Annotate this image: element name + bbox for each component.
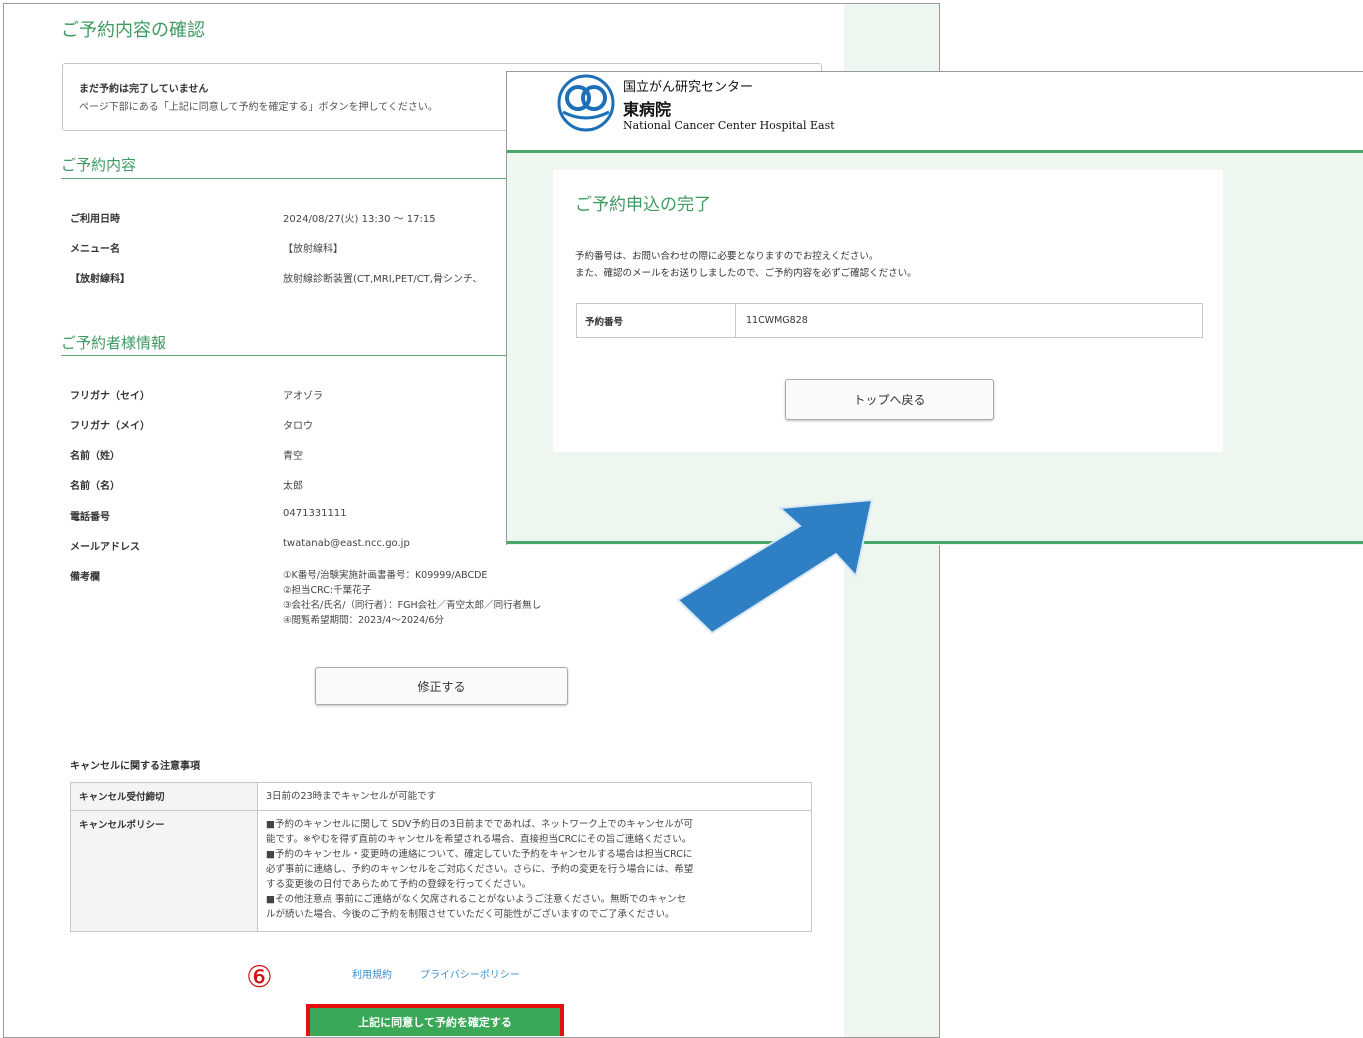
row-value: 【放射線科】 — [283, 244, 343, 255]
cancel-deadline-value: 3日前の23時までキャンセルが可能です — [257, 782, 812, 811]
info-line-2: また、確認のメールをお送りしましたので、ご予約内容を必ずご確認ください。 — [575, 268, 917, 279]
ncc-logo-icon — [557, 74, 615, 132]
notice-text: ページ下部にある「上記に同意して予約を確定する」ボタンを押してください。 — [79, 102, 438, 113]
completion-card: ご予約申込の完了 予約番号は、お問い合わせの際に必要となりますのでお控えください… — [553, 170, 1223, 452]
row-value: タロウ — [283, 421, 313, 432]
header-divider — [507, 150, 1363, 153]
cancel-policy-label: キャンセルポリシー — [70, 810, 258, 932]
arrow-icon — [676, 498, 874, 635]
row-label: 名前（姓） — [70, 451, 120, 462]
row-label: メニュー名 — [70, 244, 120, 255]
row-label: メールアドレス — [70, 542, 140, 553]
row-value: 青空 — [283, 451, 303, 462]
logo-english: National Cancer Center Hospital East — [623, 119, 835, 132]
completion-title: ご予約申込の完了 — [575, 195, 711, 215]
bottom-divider — [507, 541, 1363, 544]
cancel-policy-table: キャンセル受付締切 3日前の23時までキャンセルが可能です キャンセルポリシー … — [70, 782, 812, 932]
logo-org: 国立がん研究センター — [623, 80, 754, 95]
cancel-policy-value: ■予約のキャンセルに関して SDV予約日の3日前までであれば、ネットワーク上での… — [257, 810, 812, 932]
row-value: 0471331111 — [283, 508, 347, 519]
info-line-1: 予約番号は、お問い合わせの際に必要となりますのでお控えください。 — [575, 251, 879, 262]
row-value: twatanab@east.ncc.go.jp — [283, 538, 410, 549]
customer-section-title: ご予約者様情報 — [61, 334, 167, 352]
row-label: 【放射線科】 — [70, 274, 130, 285]
reservation-number-row: 予約番号 11CWMG828 — [576, 303, 1203, 338]
row-label: フリガナ（メイ） — [70, 421, 150, 432]
step-marker: ⑥ — [246, 960, 273, 995]
row-label: ご利用日時 — [70, 214, 120, 225]
cancel-section-title: キャンセルに関する注意事項 — [70, 761, 200, 772]
remarks-label: 備考欄 — [70, 572, 100, 583]
remarks-value: ①K番号/治験実施計画書番号：K09999/ABCDE ②担当CRC:千葉花子 … — [283, 570, 542, 626]
cancel-deadline-label: キャンセル受付締切 — [70, 782, 258, 811]
notice-title: まだ予約は完了していません — [79, 84, 209, 95]
table-row: キャンセルポリシー ■予約のキャンセルに関して SDV予約日の3日前までであれば… — [70, 810, 812, 932]
confirm-reservation-button[interactable]: 上記に同意して予約を確定する — [306, 1004, 564, 1036]
row-value: 太郎 — [283, 481, 303, 492]
reservation-number-value: 11CWMG828 — [746, 315, 808, 326]
header: 国立がん研究センター 東病院 National Cancer Center Ho… — [507, 72, 1363, 150]
privacy-policy-link[interactable]: プライバシーポリシー — [420, 966, 520, 981]
row-value: 放射線診断装置(CT,MRI,PET/CT,骨シンチ、 — [283, 274, 483, 285]
row-label: 電話番号 — [70, 512, 110, 523]
completion-window: 国立がん研究センター 東病院 National Cancer Center Ho… — [506, 71, 1363, 545]
row-label: 名前（名） — [70, 481, 120, 492]
reservation-number-label: 予約番号 — [577, 304, 736, 337]
reservation-section-title: ご予約内容 — [61, 156, 137, 174]
back-to-top-button[interactable]: トップへ戻る — [785, 379, 994, 420]
logo-hospital: 東病院 — [623, 100, 672, 119]
row-value: 2024/08/27(火) 13:30 ～ 17:15 — [283, 214, 436, 225]
page-title: ご予約内容の確認 — [61, 20, 205, 41]
table-row: キャンセル受付締切 3日前の23時までキャンセルが可能です — [70, 782, 812, 811]
terms-link[interactable]: 利用規約 — [352, 966, 392, 981]
edit-button[interactable]: 修正する — [315, 667, 568, 705]
row-value: アオゾラ — [283, 391, 323, 402]
row-label: フリガナ（セイ） — [70, 391, 150, 402]
